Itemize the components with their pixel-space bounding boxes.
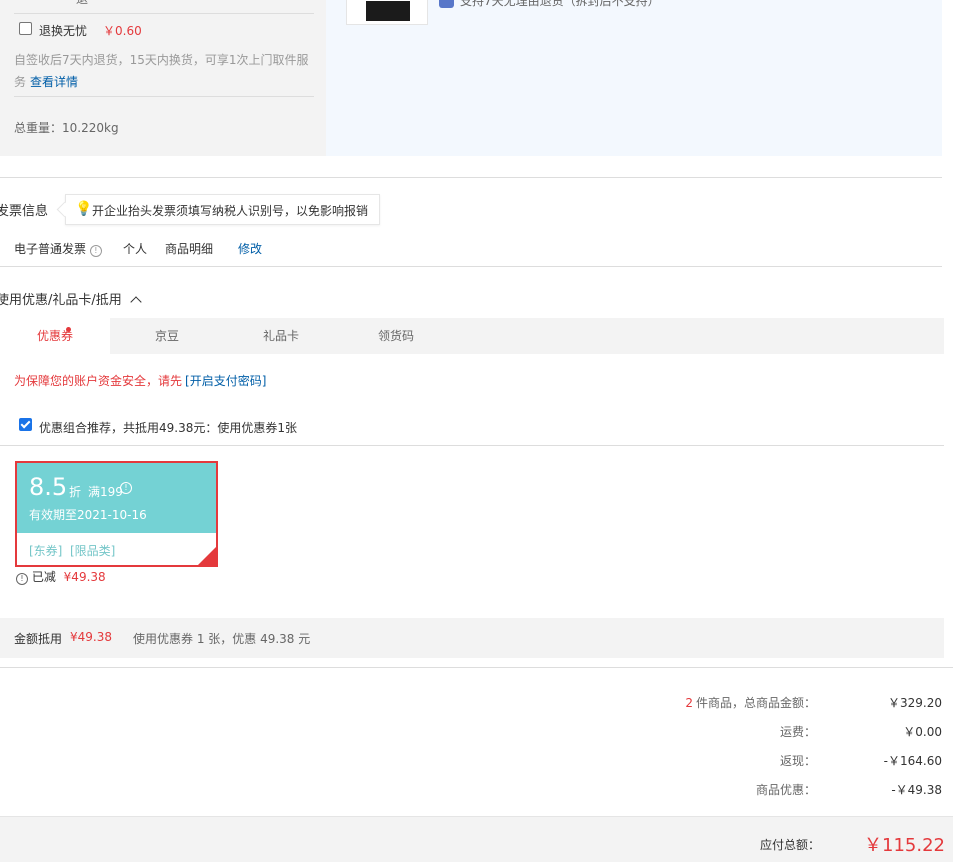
summary-label: 金额抵用	[14, 632, 63, 646]
service-price: ￥0.60	[103, 24, 142, 38]
chevron-up-icon	[130, 296, 142, 308]
coupon-header: 8.5 折 满199 ! 有效期至2021-10-16	[17, 463, 216, 533]
lightbulb-icon: 💡	[75, 201, 93, 217]
coupon-reduced: ! 已减 ¥49.38	[16, 568, 106, 585]
divider	[0, 445, 944, 446]
payment-footer: 应付总额： ￥115.22	[0, 816, 953, 862]
payable-label: 应付总额：	[760, 838, 821, 852]
coupon-value: 8.5	[29, 473, 68, 501]
invoice-modify-link[interactable]: 修改	[238, 240, 262, 257]
discount-title-text: 使用优惠/礼品卡/抵用	[0, 293, 122, 308]
enable-pay-password-link[interactable]: [开启支付密码]	[185, 374, 266, 388]
divider	[14, 96, 314, 97]
service-description: 自签收后7天内退货，15天内换货，可享1次上门取件服务 查看详情	[14, 49, 320, 93]
shipping-value: ￥0.00	[903, 725, 942, 739]
discount-value: -￥49.38	[891, 783, 942, 797]
discount-summary-bar: 金额抵用 ¥49.38 使用优惠券 1 张，优惠 49.38 元	[0, 618, 944, 658]
total-weight: 总重量：10.220kg	[14, 121, 119, 135]
item-count-row: 2 件商品，总商品金额：	[560, 694, 816, 711]
section-divider	[0, 177, 942, 178]
item-count-label: 件商品，总商品金额：	[695, 696, 816, 710]
coupon-unit: 折	[69, 485, 82, 499]
section-divider	[0, 266, 942, 267]
coupon-tags: [东券] [限品类]	[29, 544, 116, 558]
return-badge-icon	[439, 0, 454, 8]
reduced-value: ¥49.38	[63, 570, 106, 584]
cashback-value: -￥164.60	[883, 754, 942, 768]
combo-text: 优惠组合推荐，共抵用49.38元：使用优惠券1张	[39, 421, 297, 435]
item-count: 2	[685, 696, 693, 710]
reduced-label: 已减	[31, 570, 56, 584]
divider	[14, 13, 314, 14]
section-divider	[0, 667, 953, 668]
invoice-type-label: 电子普通发票	[14, 242, 87, 256]
cashback-label: 返现：	[779, 754, 816, 768]
payable-value: ￥115.22	[864, 835, 945, 856]
invoice-tip: 💡 开企业抬头发票须填写纳税人识别号，以免影响报销	[65, 194, 380, 225]
product-image	[366, 1, 410, 21]
notification-dot	[66, 327, 71, 332]
info-icon[interactable]: !	[89, 245, 102, 257]
shipping-label: 运费：	[779, 725, 816, 739]
detail-link[interactable]: 查看详情	[30, 75, 78, 89]
security-text: 为保障您的账户资金安全，请先	[14, 374, 183, 388]
invoice-title: 发票信息	[0, 204, 49, 219]
tab-jingdou[interactable]: 京豆	[122, 318, 212, 354]
summary-desc: 使用优惠券 1 张，优惠 49.38 元	[133, 632, 311, 646]
discount-title[interactable]: 使用优惠/礼品卡/抵用	[0, 289, 142, 308]
coupon-expiry: 有效期至2021-10-16	[29, 508, 147, 522]
invoice-type: 电子普通发票 !	[14, 240, 102, 257]
summary-value: ¥49.38	[70, 630, 112, 644]
total-amount: ￥329.20	[888, 696, 942, 710]
discount-label: 商品优惠：	[755, 783, 816, 797]
invoice-content: 商品明细	[165, 242, 214, 256]
security-notice: 为保障您的账户资金安全，请先 [开启支付密码]	[14, 372, 266, 389]
product-thumbnail[interactable]	[346, 0, 428, 25]
truncated-text: 退	[76, 0, 88, 7]
return-policy: 支持7天无理由退货（拆封后不支持）	[460, 0, 660, 8]
service-label: 退换无忧	[39, 24, 88, 38]
coupon-condition: 满199	[88, 485, 123, 499]
invoice-person: 个人	[123, 242, 148, 256]
tab-redeem-code[interactable]: 领货码	[351, 318, 441, 354]
info-icon: !	[16, 573, 28, 585]
info-icon[interactable]: !	[120, 482, 132, 494]
tab-giftcard[interactable]: 礼品卡	[236, 318, 326, 354]
invoice-tip-text: 开企业抬头发票须填写纳税人识别号，以免影响报销	[92, 204, 369, 218]
service-checkbox[interactable]	[19, 22, 32, 35]
tab-coupon[interactable]: 优惠券	[0, 318, 110, 354]
coupon-card[interactable]: 8.5 折 满199 ! 有效期至2021-10-16 [东券] [限品类]	[15, 461, 218, 567]
combo-checkbox[interactable]	[19, 418, 32, 431]
selected-check-icon	[198, 547, 216, 565]
